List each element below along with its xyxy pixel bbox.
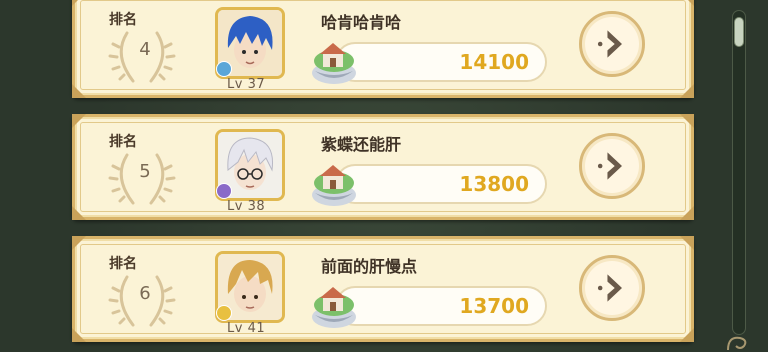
arrow-right-icon <box>597 30 622 58</box>
floating-island-house-icon <box>312 165 356 206</box>
leaderboard-entry: 排名 5 Lv 38 紫蝶还能肝 13800 <box>72 114 694 220</box>
corner-ornament <box>72 328 86 342</box>
corner-ornament <box>72 206 86 220</box>
rank-number: 6 <box>139 283 151 304</box>
leaderboard-list[interactable]: 排名 4 Lv 37 哈肯哈肯哈 14100 排名 5 Lv 38 紫蝶还能肝 … <box>72 0 694 352</box>
floating-island-house-icon <box>312 43 356 84</box>
corner-ornament <box>72 114 86 128</box>
leaderboard-entry: 排名 6 Lv 41 前面的肝慢点 13700 <box>72 236 694 342</box>
corner-ornament <box>680 84 694 98</box>
element-badge-icon <box>216 183 232 199</box>
corner-ornament <box>72 236 86 250</box>
corner-ornament <box>680 328 694 342</box>
rank-number: 4 <box>139 39 151 60</box>
rank-number: 5 <box>139 161 151 182</box>
corner-ornament <box>680 206 694 220</box>
element-badge-icon <box>216 305 232 321</box>
corner-ornament <box>680 0 694 6</box>
floating-island-house-icon <box>312 287 356 328</box>
score-value: 13700 <box>459 294 529 318</box>
element-badge-icon <box>216 61 232 77</box>
score-bar: 13800 <box>335 164 547 204</box>
leaderboard-entry: 排名 4 Lv 37 哈肯哈肯哈 14100 <box>72 0 694 98</box>
arrow-right-icon <box>597 274 622 302</box>
player-name: 前面的肝慢点 <box>321 257 418 276</box>
corner-ornament <box>72 0 86 6</box>
score-bar: 14100 <box>335 42 547 82</box>
view-details-button[interactable] <box>579 11 645 77</box>
player-name: 哈肯哈肯哈 <box>321 13 402 32</box>
scrollbar-thumb[interactable] <box>734 17 744 47</box>
player-level: Lv 41 <box>227 321 266 336</box>
corner-ornament <box>680 114 694 128</box>
score-value: 13800 <box>459 172 529 196</box>
arrow-right-icon <box>597 152 622 180</box>
player-level: Lv 38 <box>227 199 266 214</box>
view-details-button[interactable] <box>579 255 645 321</box>
corner-ornament <box>680 236 694 250</box>
view-details-button[interactable] <box>579 133 645 199</box>
player-level: Lv 37 <box>227 77 266 92</box>
swirl-ornament-icon <box>727 336 747 351</box>
score-value: 14100 <box>459 50 529 74</box>
corner-ornament <box>72 84 86 98</box>
scrollbar[interactable] <box>732 10 746 335</box>
score-bar: 13700 <box>335 286 547 326</box>
player-name: 紫蝶还能肝 <box>321 135 402 154</box>
